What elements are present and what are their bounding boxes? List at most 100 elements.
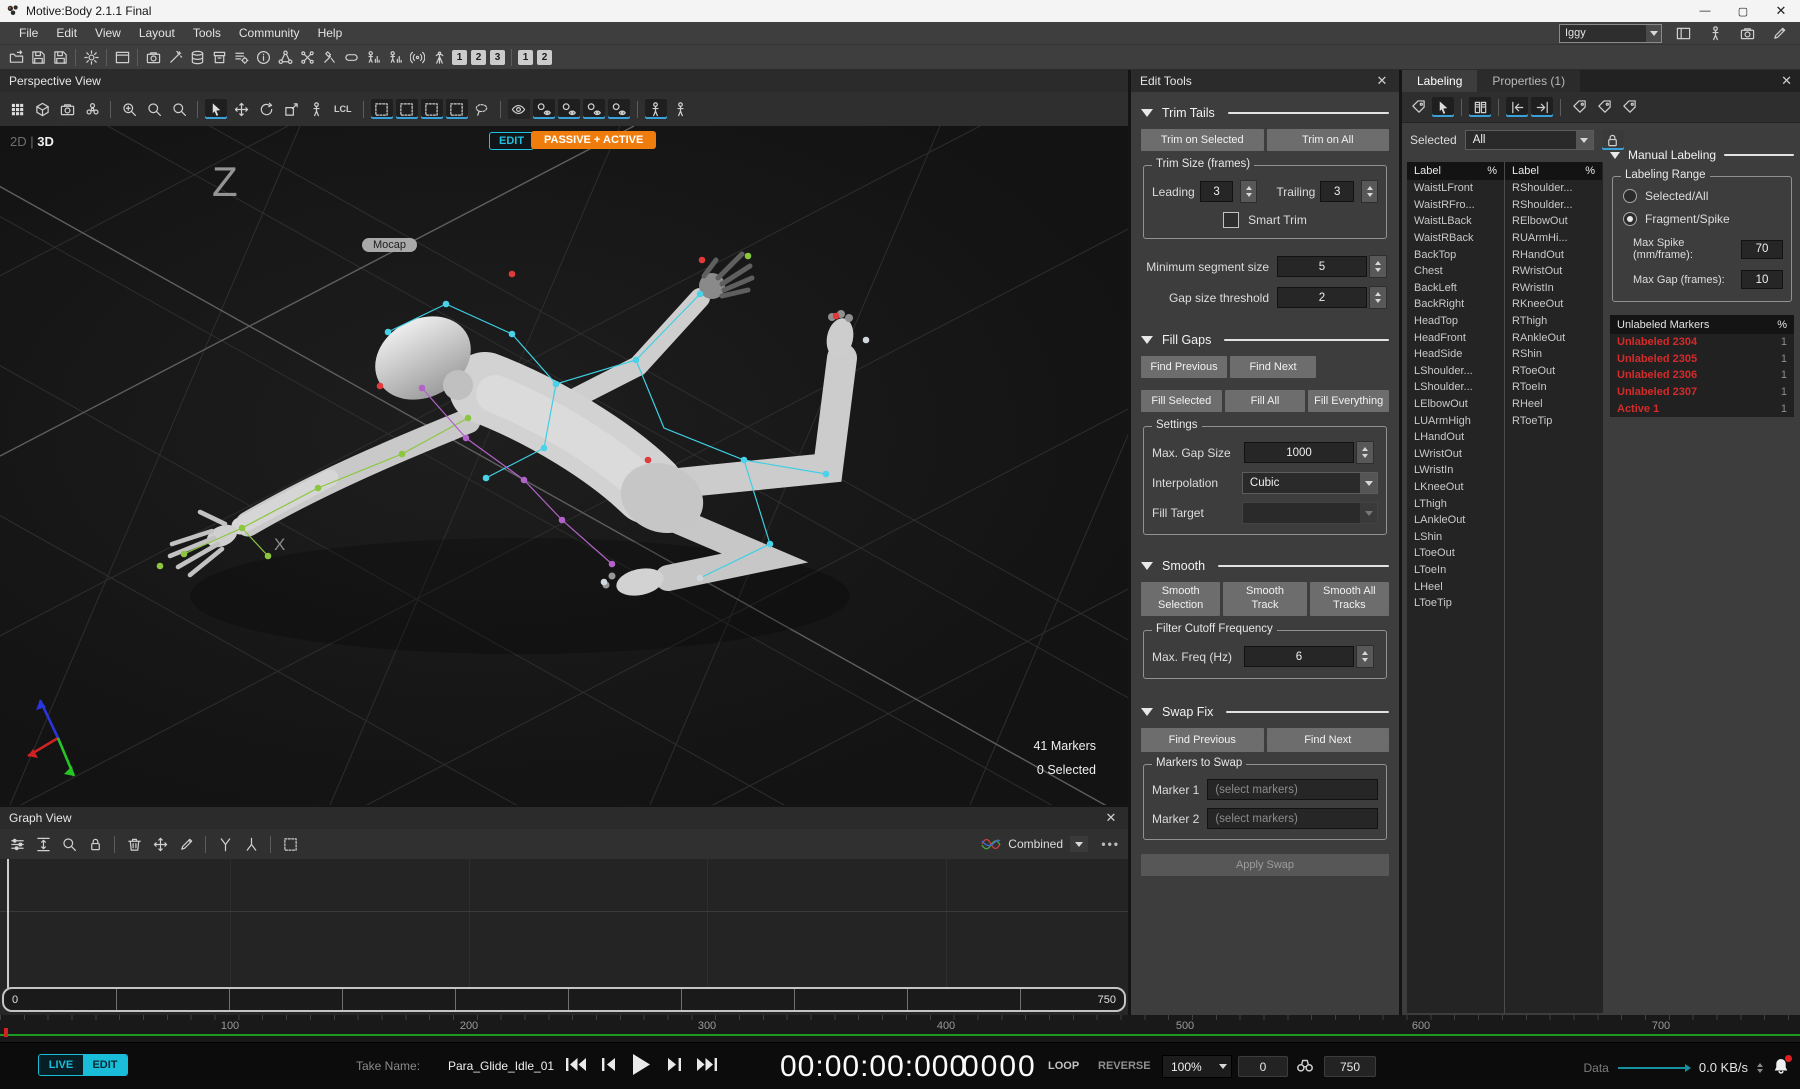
apply-backward-icon[interactable]	[1506, 97, 1528, 117]
reverse-button[interactable]: REVERSE	[1098, 1060, 1151, 1072]
layout-preset-button[interactable]: 3	[490, 50, 505, 65]
camera-preset-button[interactable]: 1	[518, 50, 533, 65]
viewport-3d-scene[interactable]: Z X	[0, 126, 1128, 805]
label-row[interactable]: LShoulder...	[1407, 363, 1504, 380]
label-row[interactable]: LToeOut	[1407, 545, 1504, 562]
unlabeled-row[interactable]: Unlabeled 23041	[1610, 334, 1794, 351]
section-swap-fix[interactable]: Swap Fix	[1131, 705, 1399, 719]
max-freq-field[interactable]: 6	[1244, 646, 1354, 667]
graph-delete-icon[interactable]	[123, 834, 145, 854]
edit-tools-close-icon[interactable]: ✕	[1374, 73, 1390, 89]
collapse-icon[interactable]	[1610, 152, 1620, 159]
skip-to-start-icon[interactable]	[566, 1057, 587, 1072]
skeleton-tracks-icon[interactable]	[362, 47, 384, 67]
section-fill-gaps[interactable]: Fill Gaps	[1131, 333, 1399, 347]
graph-layers-icon[interactable]	[6, 834, 28, 854]
label-row[interactable]: RThigh	[1505, 313, 1602, 330]
label-row[interactable]: LWristOut	[1407, 446, 1504, 463]
smooth-track-button[interactable]: Smooth Track	[1223, 582, 1306, 616]
max-gap-size-stepper[interactable]	[1356, 441, 1374, 464]
marker-sticks-visibility-icon[interactable]	[583, 99, 605, 119]
swapfix-find-next-button[interactable]: Find Next	[1267, 728, 1390, 752]
panel-camera-icon[interactable]	[1736, 23, 1758, 43]
selected-dropdown[interactable]: All	[1465, 130, 1594, 150]
take-name[interactable]: Para_Glide_Idle_01	[448, 1059, 554, 1073]
antenna-icon[interactable]	[428, 47, 450, 67]
marker-visibility-icon[interactable]	[533, 99, 555, 119]
label-row[interactable]: LToeIn	[1407, 562, 1504, 579]
viewport-grid-icon[interactable]	[6, 99, 28, 119]
max-freq-stepper[interactable]	[1356, 645, 1374, 668]
label-row[interactable]: RShoulder...	[1505, 180, 1602, 197]
skeleton-tracks2-icon[interactable]	[384, 47, 406, 67]
marquee-camera-select-icon[interactable]	[396, 99, 418, 119]
graph-playhead[interactable]	[7, 859, 9, 988]
edit-mode-badge[interactable]: EDIT	[489, 132, 534, 150]
chevron-down-icon[interactable]	[1646, 25, 1661, 42]
label-row[interactable]: HeadTop	[1407, 313, 1504, 330]
label-row[interactable]: LToeTip	[1407, 595, 1504, 612]
skeleton-solid-icon[interactable]	[670, 99, 692, 119]
marquee-skeleton-select-icon[interactable]	[446, 99, 468, 119]
label-row[interactable]: RToeTip	[1505, 412, 1602, 429]
camera-preset-button[interactable]: 2	[537, 50, 552, 65]
unlabeled-row[interactable]: Active 11	[1610, 400, 1794, 417]
fill-selected-button[interactable]: Fill Selected	[1141, 390, 1222, 412]
smart-trim-checkbox[interactable]	[1223, 212, 1239, 228]
minimize-button[interactable]: —	[1686, 0, 1724, 22]
apply-forward-icon[interactable]	[1531, 97, 1553, 117]
label-row[interactable]: WaistLBack	[1407, 213, 1504, 230]
fillgaps-find-next-button[interactable]: Find Next	[1230, 356, 1316, 378]
min-segment-field[interactable]: 5	[1277, 256, 1367, 277]
label-row[interactable]: Chest	[1407, 263, 1504, 280]
select-cursor-icon[interactable]	[205, 99, 227, 119]
marker-lock-visibility-icon[interactable]	[558, 99, 580, 119]
timeline-ruler[interactable]: 100200300400500600700	[0, 1015, 1800, 1042]
layout-preset-button[interactable]: 2	[471, 50, 486, 65]
fragment-spike-radio[interactable]	[1623, 212, 1637, 226]
swapfix-find-previous-button[interactable]: Find Previous	[1141, 728, 1264, 752]
collapse-icon[interactable]	[1141, 109, 1153, 117]
label-row[interactable]: LKneeOut	[1407, 479, 1504, 496]
label-row[interactable]: LWristIn	[1407, 462, 1504, 479]
maximize-button[interactable]: ▢	[1724, 0, 1762, 22]
label-next-icon[interactable]	[1568, 97, 1590, 117]
selected-all-radio[interactable]	[1623, 189, 1637, 203]
graph-plot-area[interactable]	[0, 859, 1128, 988]
label-row[interactable]: BackTop	[1407, 246, 1504, 263]
graph-more-button[interactable]: •••	[1101, 837, 1120, 851]
max-spike-field[interactable]: 70	[1741, 240, 1783, 259]
leading-stepper[interactable]	[1240, 180, 1257, 203]
viewport-mode-toggle[interactable]: 2D | 3D	[10, 134, 54, 149]
open-take-icon[interactable]	[5, 47, 27, 67]
graph-fit-vertical-icon[interactable]	[32, 834, 54, 854]
data-rate-stepper[interactable]	[1757, 1063, 1763, 1073]
gap-threshold-field[interactable]: 2	[1277, 287, 1367, 308]
profile-dropdown[interactable]: Iggy	[1559, 24, 1662, 43]
fill-all-button[interactable]: Fill All	[1225, 390, 1306, 412]
smooth-selection-button[interactable]: Smooth Selection	[1141, 582, 1220, 616]
play-icon[interactable]	[632, 1054, 651, 1075]
graph-tag-lock-icon[interactable]	[84, 834, 106, 854]
label-row[interactable]: RAnkleOut	[1505, 329, 1602, 346]
camera-calibration-icon[interactable]	[142, 47, 164, 67]
previous-frame-icon[interactable]	[602, 1057, 617, 1072]
lasso-select-icon[interactable]	[471, 99, 493, 119]
menu-item[interactable]: File	[10, 22, 47, 44]
range-end-field[interactable]: 750	[1324, 1056, 1376, 1077]
skeleton-labels-icon[interactable]	[645, 99, 667, 119]
label-row[interactable]: RHeel	[1505, 396, 1602, 413]
label-row[interactable]: RShin	[1505, 346, 1602, 363]
graph-zoom-icon[interactable]	[58, 834, 80, 854]
graph-range-scrollbar[interactable]: 0 750	[2, 987, 1126, 1012]
trim-on-selected-button[interactable]: Trim on Selected	[1141, 129, 1264, 151]
menu-item[interactable]: Layout	[130, 22, 184, 44]
close-button[interactable]: ✕	[1762, 0, 1800, 22]
marquee-select-icon[interactable]	[371, 99, 393, 119]
signal-icon[interactable]	[406, 47, 428, 67]
mode-3d[interactable]: 3D	[37, 134, 54, 149]
label-row[interactable]: BackRight	[1407, 296, 1504, 313]
label-row[interactable]: RUArmHi...	[1505, 230, 1602, 247]
label-row[interactable]: RKneeOut	[1505, 296, 1602, 313]
label-row[interactable]: RElbowOut	[1505, 213, 1602, 230]
